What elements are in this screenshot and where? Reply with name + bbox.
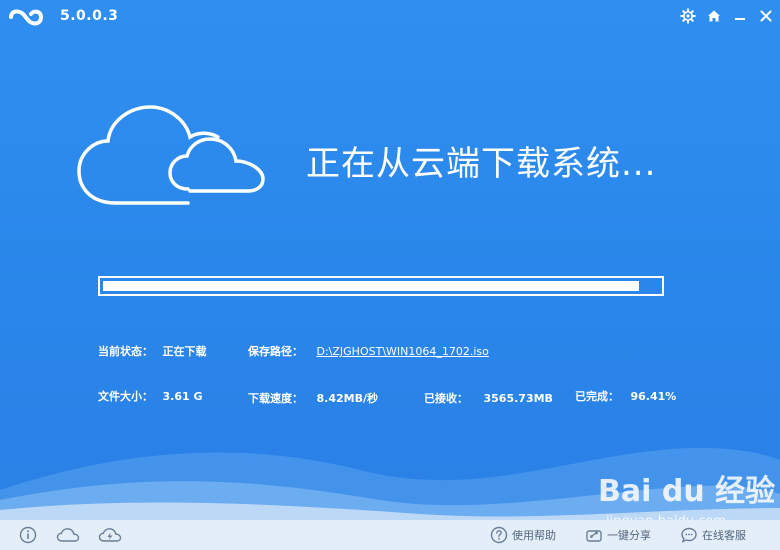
main-window: 5.0.0.3 正在从云端下载系统... 当前状态： 正在下载 保存路径： D:… (0, 0, 780, 550)
download-speed-value: 8.42MB/秒 (316, 392, 379, 405)
settings-button[interactable] (678, 6, 698, 26)
completed-value: 96.41% (630, 390, 677, 403)
logo-icon (9, 9, 44, 26)
cloud-icon[interactable] (56, 526, 80, 544)
wave-decoration (0, 447, 780, 522)
received-value: 3565.73MB (483, 392, 553, 405)
gear-icon (680, 8, 696, 24)
current-status: 当前状态： 正在下载 (98, 343, 207, 359)
online-service-button[interactable]: 在线客服 (680, 525, 746, 545)
share-button[interactable]: 一键分享 (585, 525, 651, 545)
save-path: 保存路径： D:\ZJGHOST\WIN1064_1702.iso (248, 343, 489, 359)
completed-label: 已完成： (575, 390, 619, 403)
save-path-label: 保存路径： (248, 345, 303, 358)
online-service-label: 在线客服 (702, 529, 746, 542)
progress-fill (103, 281, 639, 291)
file-size-label: 文件大小： (98, 390, 153, 403)
current-status-label: 当前状态： (98, 345, 153, 358)
file-size: 文件大小： 3.61 G (98, 388, 203, 404)
home-icon (708, 10, 720, 22)
save-path-link[interactable]: D:\ZJGHOST\WIN1064_1702.iso (317, 345, 489, 358)
download-speed: 下载速度： 8.42MB/秒 (248, 390, 378, 406)
version-label: 5.0.0.3 (60, 8, 119, 24)
cloud-lightning-icon[interactable] (98, 526, 122, 544)
completed: 已完成： 96.41% (575, 388, 676, 404)
cloud-icon (77, 105, 265, 205)
home-button[interactable] (704, 6, 724, 26)
chat-icon (681, 527, 697, 543)
help-icon (490, 526, 508, 544)
file-size-value: 3.61 G (162, 390, 203, 403)
close-icon (760, 10, 772, 22)
share-icon (586, 530, 602, 542)
received: 已接收： 3565.73MB (424, 390, 553, 406)
current-status-value: 正在下载 (162, 345, 207, 358)
close-button[interactable] (756, 6, 776, 26)
status-headline: 正在从云端下载系统... (306, 144, 657, 184)
title-bar: 5.0.0.3 (0, 0, 780, 34)
minimize-icon (735, 18, 745, 20)
download-progress-bar (98, 276, 664, 296)
bottom-bar: 使用帮助 一键分享 在线客服 (0, 520, 780, 550)
share-label: 一键分享 (607, 529, 651, 542)
download-speed-label: 下载速度： (248, 392, 303, 405)
help-button[interactable]: 使用帮助 (490, 525, 556, 545)
received-label: 已接收： (424, 392, 468, 405)
minimize-button[interactable] (730, 6, 750, 26)
help-label: 使用帮助 (512, 529, 556, 542)
info-icon[interactable] (19, 526, 37, 544)
